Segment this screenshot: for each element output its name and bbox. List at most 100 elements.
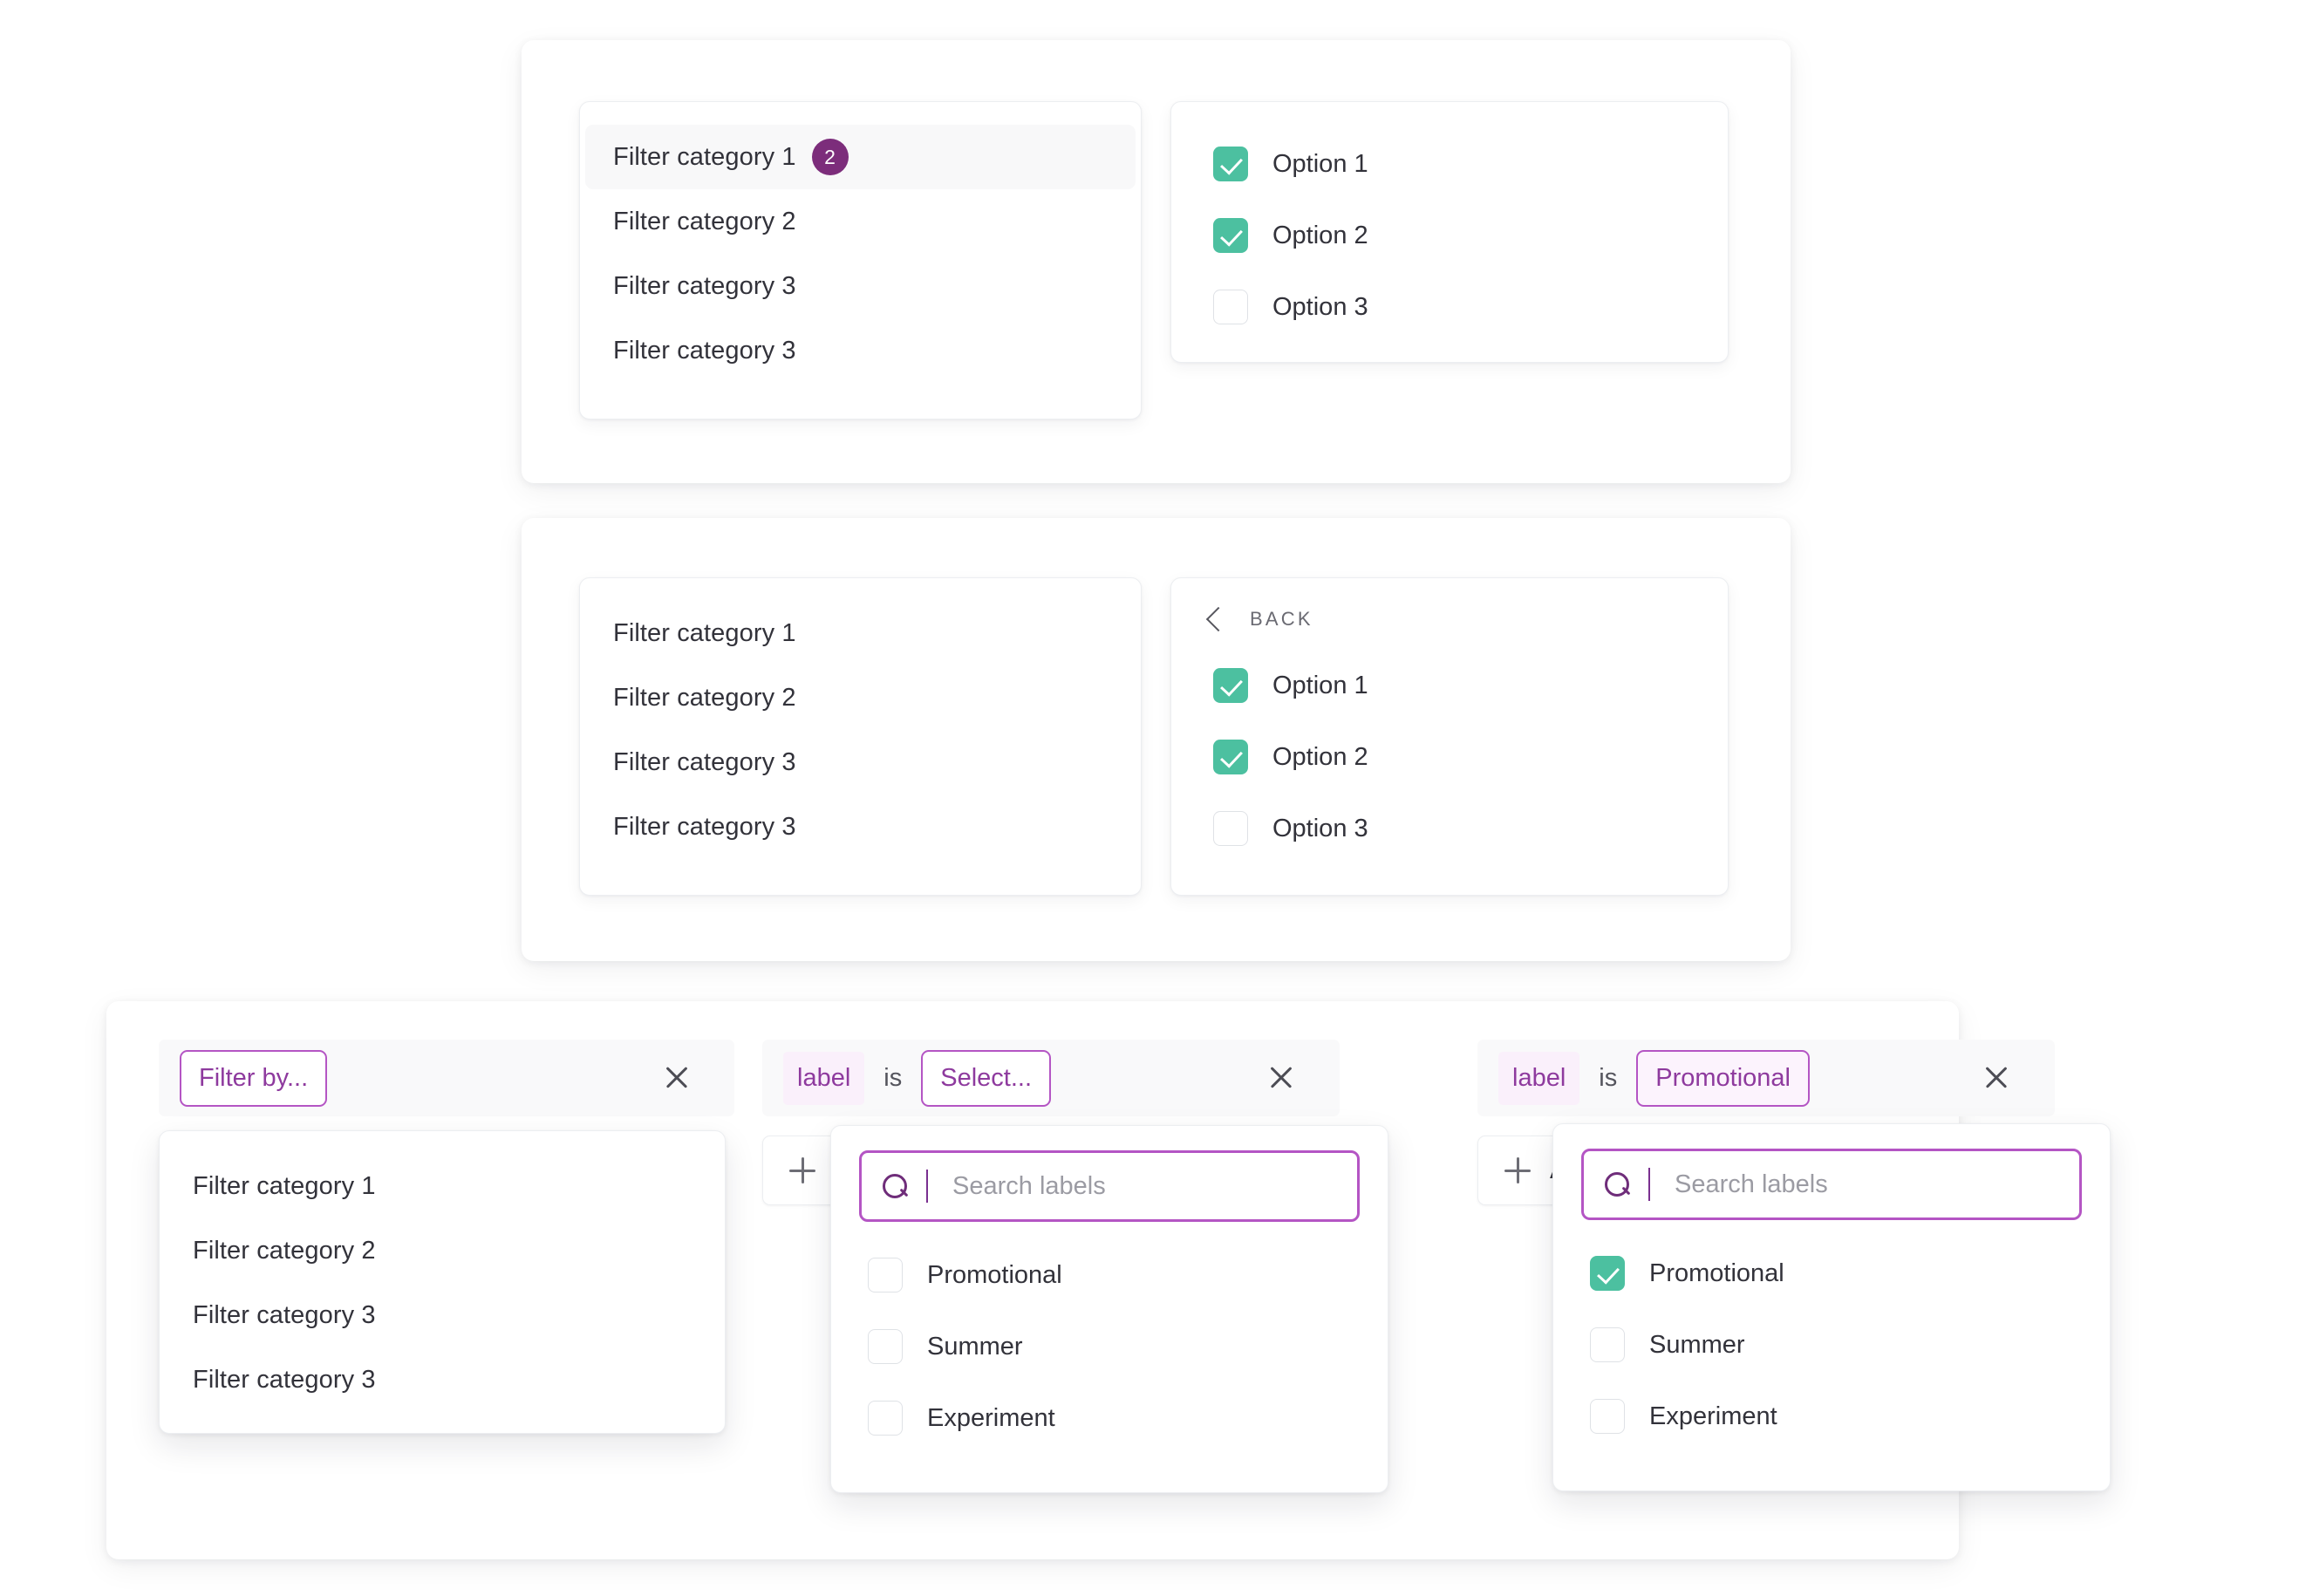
label-option-row[interactable]: Promotional bbox=[831, 1239, 1388, 1311]
search-labels-input-two[interactable]: Search labels bbox=[859, 1150, 1360, 1222]
chevron-left-icon bbox=[1205, 606, 1231, 632]
checkbox-unchecked-icon[interactable] bbox=[1213, 290, 1248, 324]
text-caret bbox=[1648, 1168, 1650, 1201]
filter-card-one: Filter category 1 2 Filter category 2 Fi… bbox=[522, 40, 1791, 483]
option-label: Option 1 bbox=[1272, 149, 1368, 178]
checkbox-checked-icon[interactable] bbox=[1213, 218, 1248, 253]
label-option-text: Experiment bbox=[927, 1403, 1055, 1432]
page-root: Filter category 1 2 Filter category 2 Fi… bbox=[0, 0, 2299, 1596]
label-option-text: Summer bbox=[927, 1332, 1023, 1361]
status-badge: 2 bbox=[811, 139, 849, 175]
category-label: Filter category 1 bbox=[613, 142, 796, 171]
filter-row-three: label is Promotional bbox=[1477, 1040, 2055, 1116]
search-placeholder: Search labels bbox=[1675, 1170, 1828, 1198]
back-label: Back bbox=[1250, 608, 1313, 630]
checkbox-unchecked-icon[interactable] bbox=[868, 1401, 903, 1436]
checkbox-checked-icon[interactable] bbox=[1590, 1256, 1625, 1291]
label-option-row[interactable]: Summer bbox=[1553, 1309, 2110, 1381]
option-row[interactable]: Option 3 bbox=[1171, 793, 1728, 864]
category-label: Filter category 1 bbox=[613, 618, 796, 647]
category-row[interactable]: Filter category 3 bbox=[580, 254, 1141, 318]
category-list-two: Filter category 1 Filter category 2 Filt… bbox=[580, 578, 1141, 882]
category-row[interactable]: Filter category 1 bbox=[580, 601, 1141, 665]
option-label: Option 3 bbox=[1272, 814, 1368, 842]
category-label: Filter category 3 bbox=[613, 747, 796, 776]
dropdown-item-label: Filter category 1 bbox=[193, 1171, 376, 1200]
option-row[interactable]: Option 1 bbox=[1171, 128, 1728, 200]
labels-list-two: Promotional Summer Experiment bbox=[831, 1222, 1388, 1480]
option-label: Option 3 bbox=[1272, 292, 1368, 321]
filter-key-chip[interactable]: label bbox=[783, 1051, 865, 1105]
category-row[interactable]: Filter category 3 bbox=[580, 730, 1141, 795]
filter-value-trigger[interactable]: Promotional bbox=[1636, 1049, 1810, 1107]
filter-value-trigger[interactable]: Select... bbox=[921, 1049, 1052, 1107]
labels-list-three: Promotional Summer Experiment bbox=[1553, 1220, 2110, 1478]
filter-by-label: Filter by... bbox=[199, 1063, 309, 1092]
dropdown-item-label: Filter category 3 bbox=[193, 1300, 376, 1329]
option-list-one: Option 1 Option 2 Option 3 bbox=[1171, 102, 1728, 369]
category-panel-one: Filter category 1 2 Filter category 2 Fi… bbox=[579, 101, 1142, 419]
category-row[interactable]: Filter category 3 bbox=[580, 795, 1141, 859]
option-list-two: Option 1 Option 2 Option 3 bbox=[1171, 645, 1728, 864]
dropdown-item-label: Filter category 2 bbox=[193, 1236, 376, 1265]
labels-dropdown-two: Search labels Promotional Summer Experim… bbox=[830, 1125, 1388, 1493]
category-label: Filter category 3 bbox=[613, 271, 796, 300]
search-icon bbox=[1605, 1172, 1629, 1197]
label-option-text: Promotional bbox=[927, 1260, 1062, 1289]
filter-row-one: Filter by... bbox=[159, 1040, 734, 1116]
option-label: Option 1 bbox=[1272, 671, 1368, 699]
search-icon bbox=[883, 1174, 907, 1198]
checkbox-checked-icon[interactable] bbox=[1213, 147, 1248, 181]
option-row[interactable]: Option 2 bbox=[1171, 721, 1728, 793]
checkbox-unchecked-icon[interactable] bbox=[1590, 1327, 1625, 1362]
filter-by-trigger[interactable]: Filter by... bbox=[180, 1049, 328, 1107]
option-row[interactable]: Option 2 bbox=[1171, 200, 1728, 271]
category-panel-two: Filter category 1 Filter category 2 Filt… bbox=[579, 577, 1142, 896]
label-option-row[interactable]: Experiment bbox=[831, 1382, 1388, 1454]
text-caret bbox=[926, 1170, 928, 1203]
dropdown-item[interactable]: Filter category 2 bbox=[160, 1218, 725, 1283]
dropdown-item-label: Filter category 3 bbox=[193, 1365, 376, 1394]
category-row[interactable]: Filter category 3 bbox=[580, 318, 1141, 383]
category-label: Filter category 3 bbox=[613, 812, 796, 841]
category-list-one: Filter category 1 2 Filter category 2 Fi… bbox=[580, 102, 1141, 406]
remove-filter-button[interactable] bbox=[660, 1061, 693, 1095]
checkbox-unchecked-icon[interactable] bbox=[1213, 811, 1248, 846]
label-option-text: Promotional bbox=[1649, 1258, 1784, 1287]
labels-dropdown-three: Search labels Promotional Summer Experim… bbox=[1552, 1123, 2111, 1491]
label-option-row[interactable]: Summer bbox=[831, 1311, 1388, 1382]
checkbox-unchecked-icon[interactable] bbox=[1590, 1399, 1625, 1434]
option-label: Option 2 bbox=[1272, 221, 1368, 249]
checkbox-checked-icon[interactable] bbox=[1213, 740, 1248, 774]
back-button[interactable]: Back bbox=[1171, 578, 1728, 645]
category-dropdown-list-one: Filter category 1 Filter category 2 Filt… bbox=[160, 1131, 725, 1435]
plus-icon bbox=[1504, 1157, 1531, 1183]
search-labels-input-three[interactable]: Search labels bbox=[1581, 1149, 2082, 1220]
remove-filter-button[interactable] bbox=[1265, 1061, 1298, 1095]
label-option-row[interactable]: Promotional bbox=[1553, 1238, 2110, 1309]
filter-card-two: Filter category 1 Filter category 2 Filt… bbox=[522, 518, 1791, 961]
dropdown-item[interactable]: Filter category 1 bbox=[160, 1154, 725, 1218]
filter-builder-card: Filter by... Filter category 1 Filter ca… bbox=[106, 1001, 2111, 1559]
dropdown-item[interactable]: Filter category 3 bbox=[160, 1347, 725, 1412]
filter-row-two: label is Select... bbox=[762, 1040, 1340, 1116]
label-option-text: Experiment bbox=[1649, 1402, 1777, 1430]
checkbox-unchecked-icon[interactable] bbox=[868, 1258, 903, 1292]
filter-operator-label: is bbox=[1599, 1063, 1618, 1092]
checkbox-unchecked-icon[interactable] bbox=[868, 1329, 903, 1364]
label-option-text: Summer bbox=[1649, 1330, 1745, 1359]
category-row[interactable]: Filter category 2 bbox=[580, 665, 1141, 730]
checkbox-checked-icon[interactable] bbox=[1213, 668, 1248, 703]
option-label: Option 2 bbox=[1272, 742, 1368, 771]
category-row[interactable]: Filter category 1 2 bbox=[585, 125, 1136, 189]
plus-icon bbox=[789, 1157, 815, 1183]
category-row[interactable]: Filter category 2 bbox=[580, 189, 1141, 254]
category-label: Filter category 2 bbox=[613, 207, 796, 235]
filter-key-chip[interactable]: label bbox=[1498, 1051, 1580, 1105]
dropdown-item[interactable]: Filter category 3 bbox=[160, 1283, 725, 1347]
option-row[interactable]: Option 1 bbox=[1171, 650, 1728, 721]
label-option-row[interactable]: Experiment bbox=[1553, 1381, 2110, 1452]
remove-filter-button[interactable] bbox=[1980, 1061, 2013, 1095]
option-row[interactable]: Option 3 bbox=[1171, 271, 1728, 343]
filter-operator-label: is bbox=[883, 1063, 903, 1092]
